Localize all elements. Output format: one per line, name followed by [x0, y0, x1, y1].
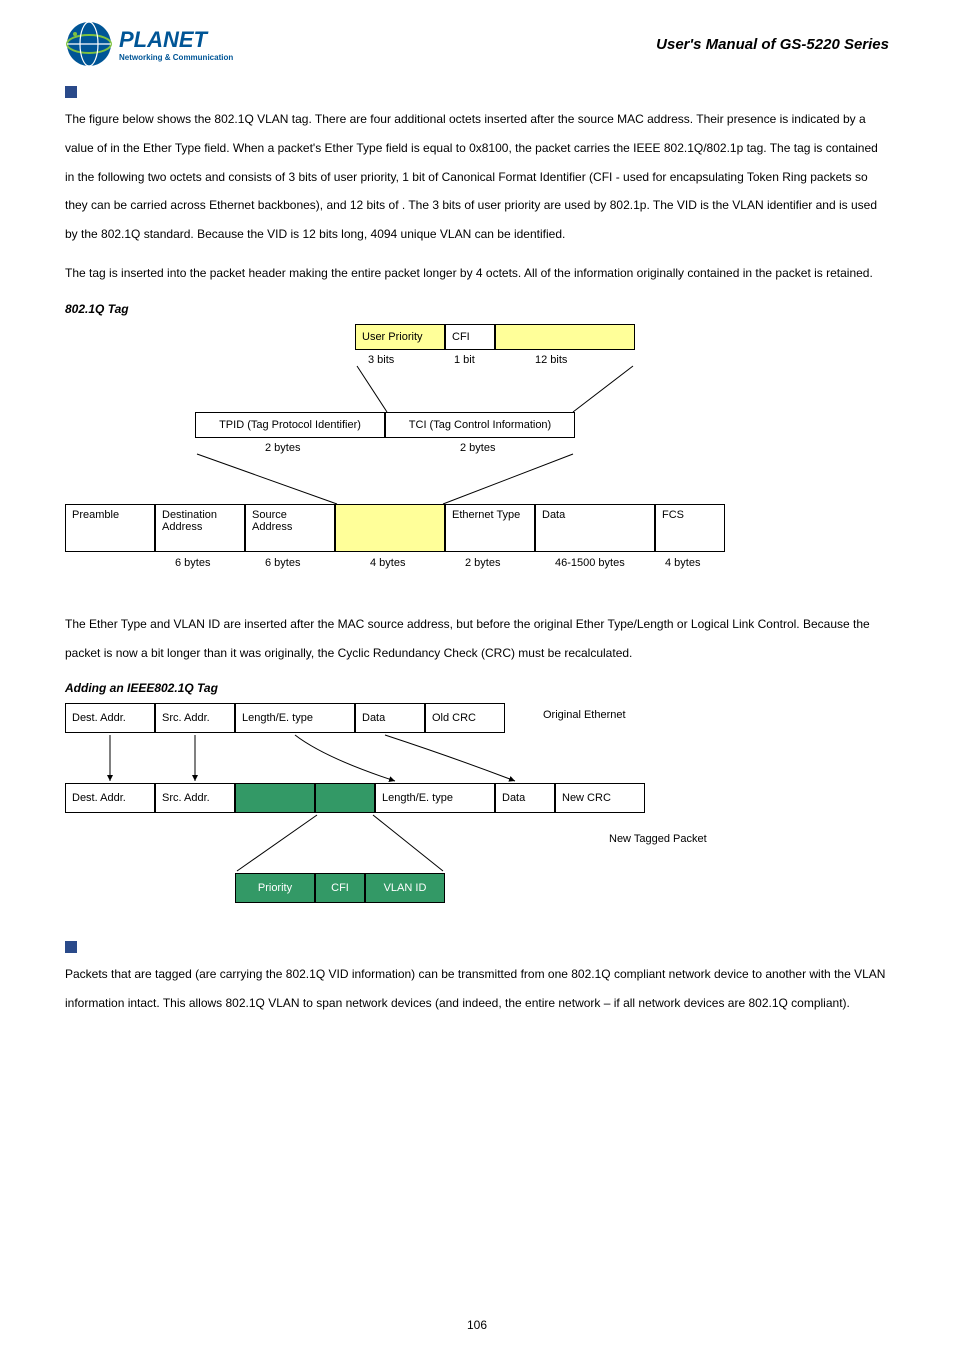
brand-tagline: Networking & Communication [119, 53, 233, 62]
diagram-adding-tag: Dest. Addr. Src. Addr. Length/E. type Da… [65, 703, 885, 923]
intro-paragraph-2: The tag is inserted into the packet head… [65, 259, 889, 288]
page-number: 106 [0, 1318, 954, 1332]
brand-name: PLANET [119, 27, 233, 53]
diagram2-connectors [65, 703, 885, 923]
page-header: PLANET Networking & Communication User's… [65, 20, 889, 68]
logo-text: PLANET Networking & Communication [119, 27, 233, 62]
section-bullet-icon [65, 86, 77, 98]
mid-paragraph: The Ether Type and VLAN ID are inserted … [65, 610, 889, 668]
logo-globe-icon [65, 20, 113, 68]
diagram-8021q-tag: User Priority CFI 3 bits 1 bit 12 bits T… [65, 324, 885, 594]
intro-paragraph-1: The figure below shows the 802.1Q VLAN t… [65, 105, 889, 249]
end-paragraph: Packets that are tagged (are carrying th… [65, 960, 889, 1018]
figure1-title: 802.1Q Tag [65, 302, 889, 316]
logo: PLANET Networking & Communication [65, 20, 233, 68]
diagram1-connectors [65, 324, 885, 594]
manual-title: User's Manual of GS-5220 Series [656, 36, 889, 53]
section-bullet-icon-2 [65, 941, 77, 953]
figure2-title: Adding an IEEE802.1Q Tag [65, 681, 889, 695]
